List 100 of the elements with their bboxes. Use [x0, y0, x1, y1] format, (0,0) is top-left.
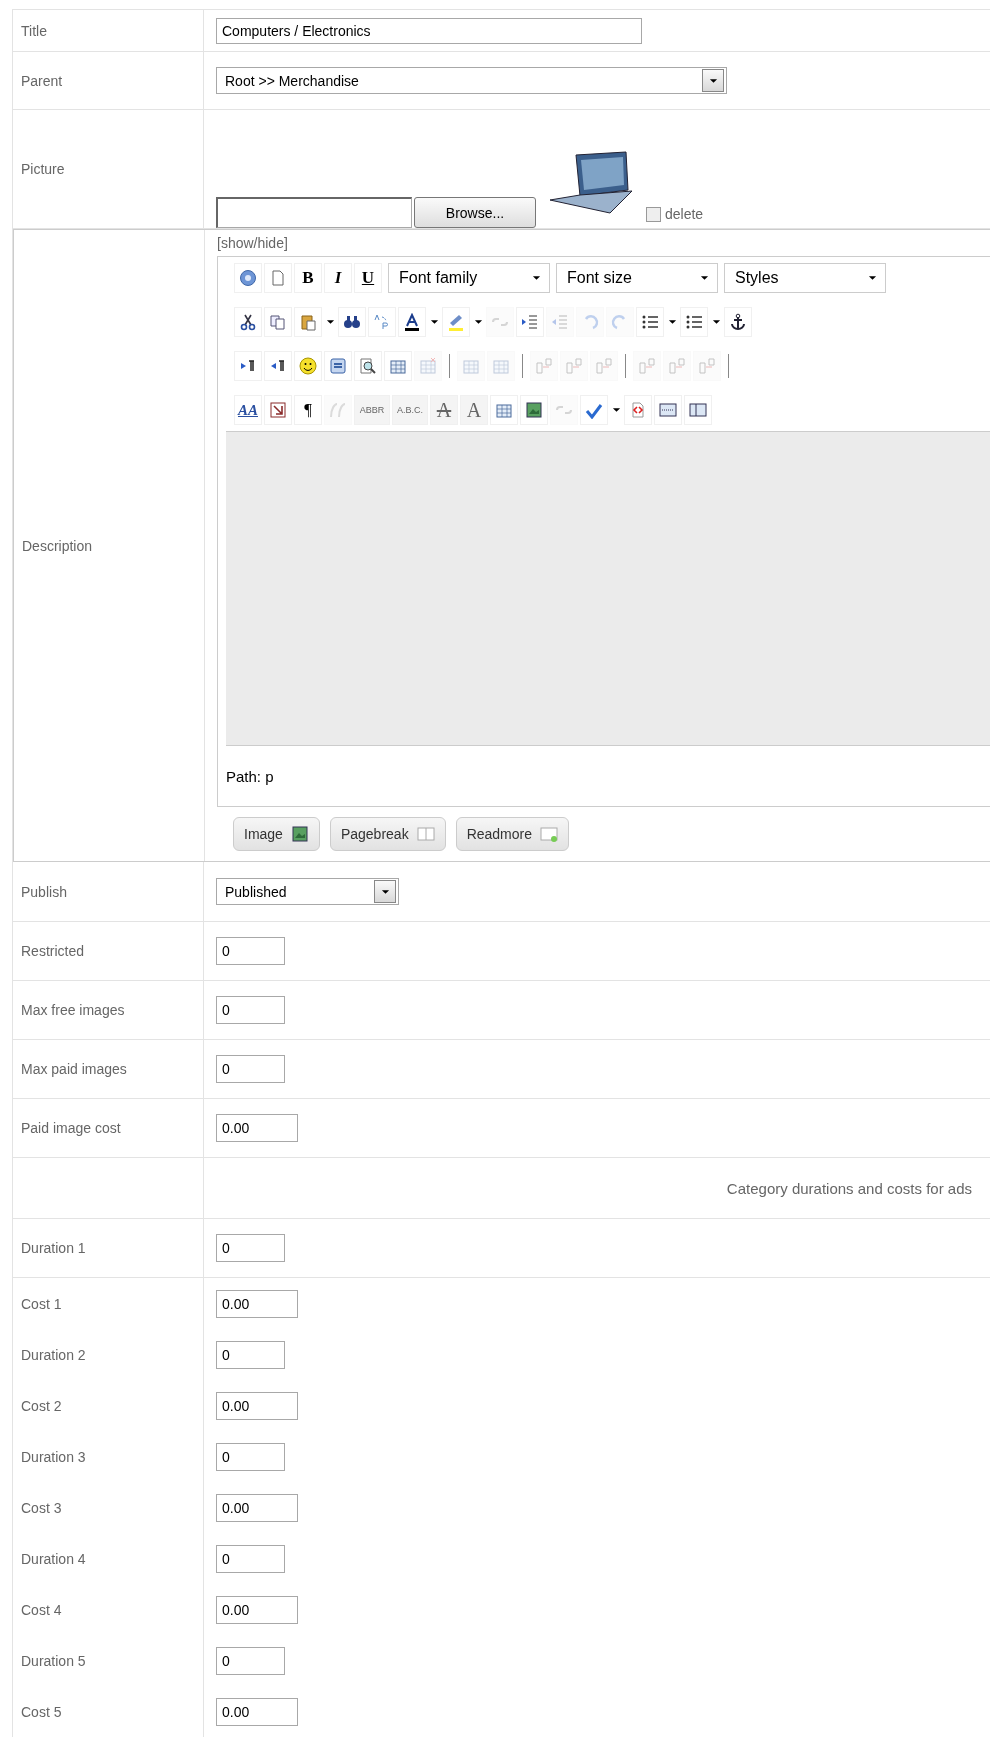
style-button[interactable]: AA [234, 395, 262, 425]
indent-button[interactable] [516, 307, 544, 337]
italic-button[interactable]: I [324, 263, 352, 293]
dropdown-select[interactable]: Root >> Merchandise [216, 67, 727, 94]
text-color-button[interactable] [398, 307, 426, 337]
table-button[interactable] [384, 351, 412, 381]
horizontal-rule-button[interactable] [654, 395, 682, 425]
image-button[interactable] [520, 395, 548, 425]
number-input[interactable]: 0.00 [216, 1114, 298, 1142]
dropdown-arrow-icon [325, 319, 335, 325]
indent-icon [521, 313, 539, 331]
paste-text-button[interactable] [264, 395, 292, 425]
media-icon [329, 357, 347, 375]
smiley-button[interactable] [294, 351, 322, 381]
outdent-icon [551, 313, 569, 331]
numbered-list-button[interactable] [636, 307, 664, 337]
row-before-icon [535, 357, 553, 375]
browse-button[interactable]: Browse... [414, 197, 536, 228]
number-input[interactable]: 0.00 [216, 1697, 298, 1726]
number-input[interactable]: 0 [216, 996, 285, 1024]
dropdown-arrow-icon [611, 407, 621, 413]
number-input[interactable]: 0 [216, 1442, 285, 1471]
text-color-icon [403, 313, 421, 331]
bold-button[interactable]: B [294, 263, 322, 293]
field-label: Duration 5 [21, 1652, 86, 1669]
field-label: Duration 3 [21, 1448, 86, 1465]
new-document-button[interactable] [264, 263, 292, 293]
number-input[interactable]: 0 [216, 1544, 285, 1573]
field-label: Max paid images [21, 1061, 127, 1077]
find-button[interactable] [338, 307, 366, 337]
image-icon [290, 825, 309, 843]
bullet-list-icon [685, 313, 703, 331]
number-input[interactable]: 0 [216, 1055, 285, 1083]
anchor-button[interactable] [724, 307, 752, 337]
image-icon [525, 401, 543, 419]
dropdown-arrow-icon [429, 319, 439, 325]
number-input[interactable]: 0.00 [216, 1493, 298, 1522]
number-input[interactable]: 0.00 [216, 1595, 298, 1624]
preview-button[interactable] [354, 351, 382, 381]
field-label: Parent [21, 72, 63, 89]
number-input[interactable]: 0.00 [216, 1391, 298, 1420]
cell-properties-icon [492, 357, 510, 375]
replace-icon [373, 313, 391, 331]
preview-icon [359, 357, 377, 375]
layer-button[interactable] [684, 395, 712, 425]
field-label: Duration 2 [21, 1346, 86, 1363]
pagebreak-button[interactable]: Pagebreak [329, 817, 446, 851]
number-input[interactable]: 0 [216, 1646, 285, 1675]
dropdown-arrow-icon [868, 275, 877, 281]
paste-icon [299, 313, 317, 331]
row-after-icon [565, 357, 583, 375]
show-hide-link[interactable]: [show/hide] [217, 235, 990, 251]
new-document-icon [269, 269, 287, 287]
field-label: Duration 1 [21, 1240, 86, 1256]
number-input[interactable]: 0.00 [216, 1289, 298, 1318]
dropdown-arrow-icon [532, 275, 541, 281]
file-path-input[interactable] [216, 197, 412, 228]
element-path: Path: p [226, 767, 274, 785]
dropdown-arrow-icon [473, 319, 483, 325]
dropdown-arrow-icon [708, 77, 718, 84]
field-label: Restricted [21, 943, 85, 959]
field-label: Cost 5 [21, 1703, 62, 1720]
spellcheck-icon [585, 401, 603, 419]
help-icon [239, 269, 257, 287]
delete-label: delete [665, 206, 704, 222]
underline-button[interactable]: U [354, 263, 382, 293]
dropdown-select[interactable]: Published [216, 878, 399, 905]
ltr-button[interactable] [234, 351, 262, 381]
number-input[interactable]: 0 [216, 1340, 285, 1369]
find-icon [343, 313, 361, 331]
number-input[interactable]: 0 [216, 1234, 285, 1262]
dropdown-arrow-icon [711, 319, 721, 325]
field-label: Cost 2 [21, 1397, 62, 1414]
delete-checkbox[interactable] [646, 206, 661, 222]
cut-icon [239, 313, 257, 331]
toolbar-dropdown[interactable]: Font family [388, 263, 550, 293]
bullet-list-button[interactable] [680, 307, 708, 337]
cut-button[interactable] [234, 307, 262, 337]
copy-icon [269, 313, 287, 331]
help-button[interactable] [234, 263, 262, 293]
readmore-icon [540, 825, 558, 843]
template-button[interactable] [490, 395, 518, 425]
row-properties-icon [462, 357, 480, 375]
image-button[interactable]: Image [233, 817, 320, 851]
field-label: Paid image cost [21, 1120, 121, 1136]
readmore-button[interactable]: Readmore [455, 817, 569, 851]
toolbar-dropdown[interactable]: Styles [724, 263, 886, 293]
field-label: Max free images [21, 1002, 125, 1018]
title-input[interactable]: Computers / Electronics [216, 17, 642, 44]
delete-table-icon [419, 357, 437, 375]
media-button[interactable] [324, 351, 352, 381]
toolbar-dropdown[interactable]: Font size [556, 263, 718, 293]
pilcrow-button[interactable]: ¶ [294, 395, 322, 425]
number-input[interactable]: 0 [216, 937, 285, 965]
dropdown-arrow-icon [667, 319, 677, 325]
field-label: Cost 4 [21, 1601, 62, 1618]
rtl-button[interactable] [264, 351, 292, 381]
spellcheck-button[interactable] [580, 395, 608, 425]
smiley-icon [299, 357, 317, 375]
field-label: Title [21, 22, 47, 39]
